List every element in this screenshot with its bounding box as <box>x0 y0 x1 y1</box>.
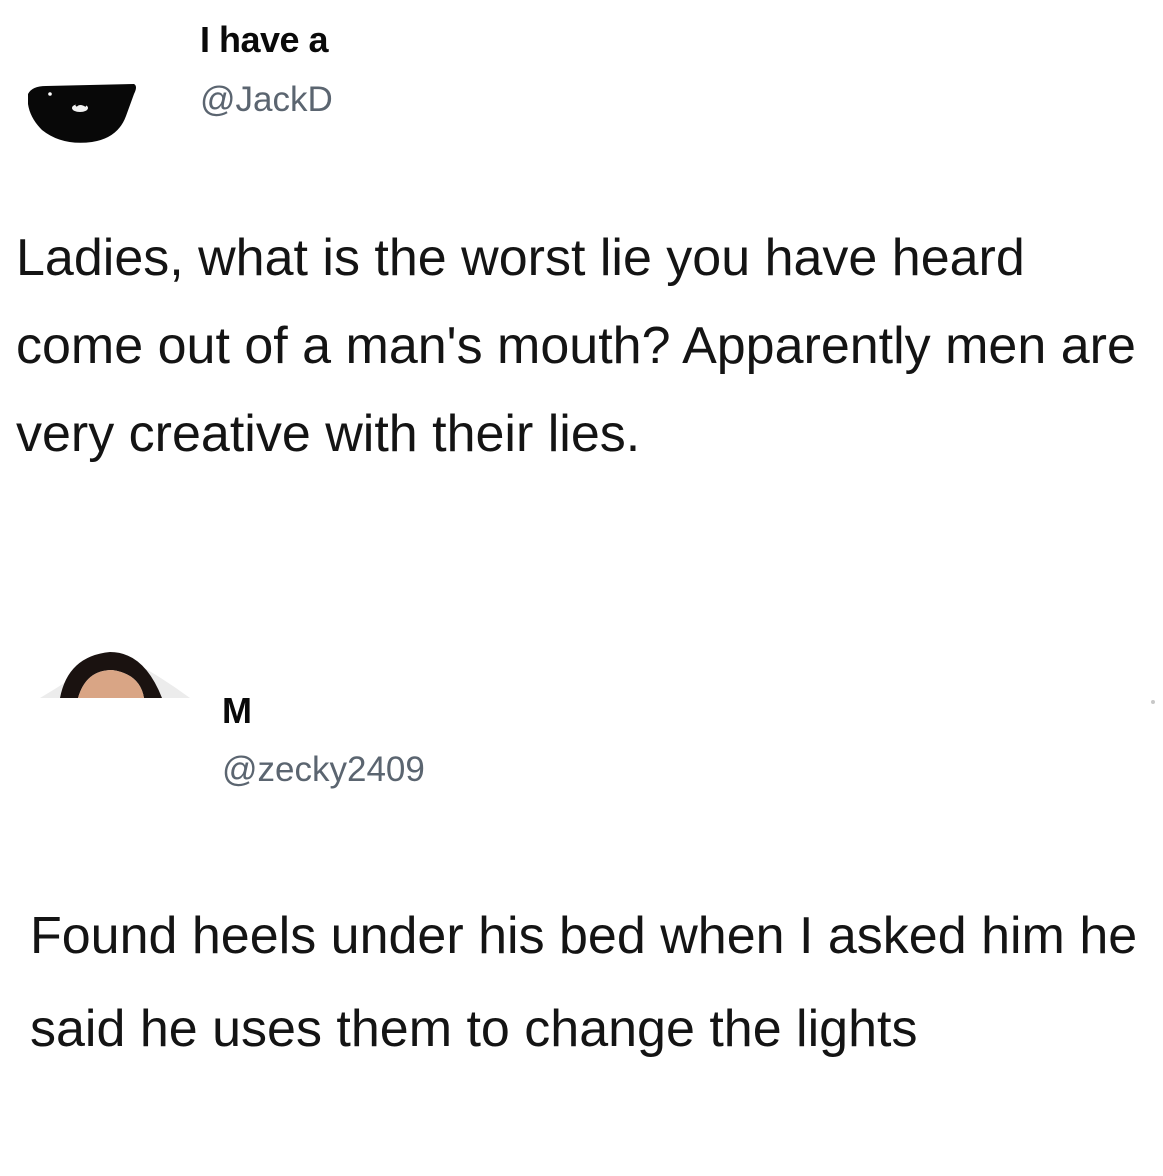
display-name[interactable]: I have a <box>200 19 329 61</box>
original-tweet: I have a @JackD Ladies, what is the wors… <box>0 0 1163 600</box>
user-handle[interactable]: @zecky2409 <box>222 750 425 790</box>
display-name[interactable]: M <box>222 690 252 732</box>
tweet-body: Ladies, what is the worst lie you have h… <box>16 229 1136 463</box>
reply-tweet: M @zecky2409 Found heels under his bed w… <box>0 600 1163 1176</box>
more-dot <box>1151 700 1155 704</box>
avatar-icon[interactable] <box>40 646 190 698</box>
tweet-body: Found heels under his bed when I asked h… <box>30 907 1138 1058</box>
avatar-icon[interactable] <box>22 80 140 150</box>
user-handle[interactable]: @JackD <box>200 80 333 120</box>
